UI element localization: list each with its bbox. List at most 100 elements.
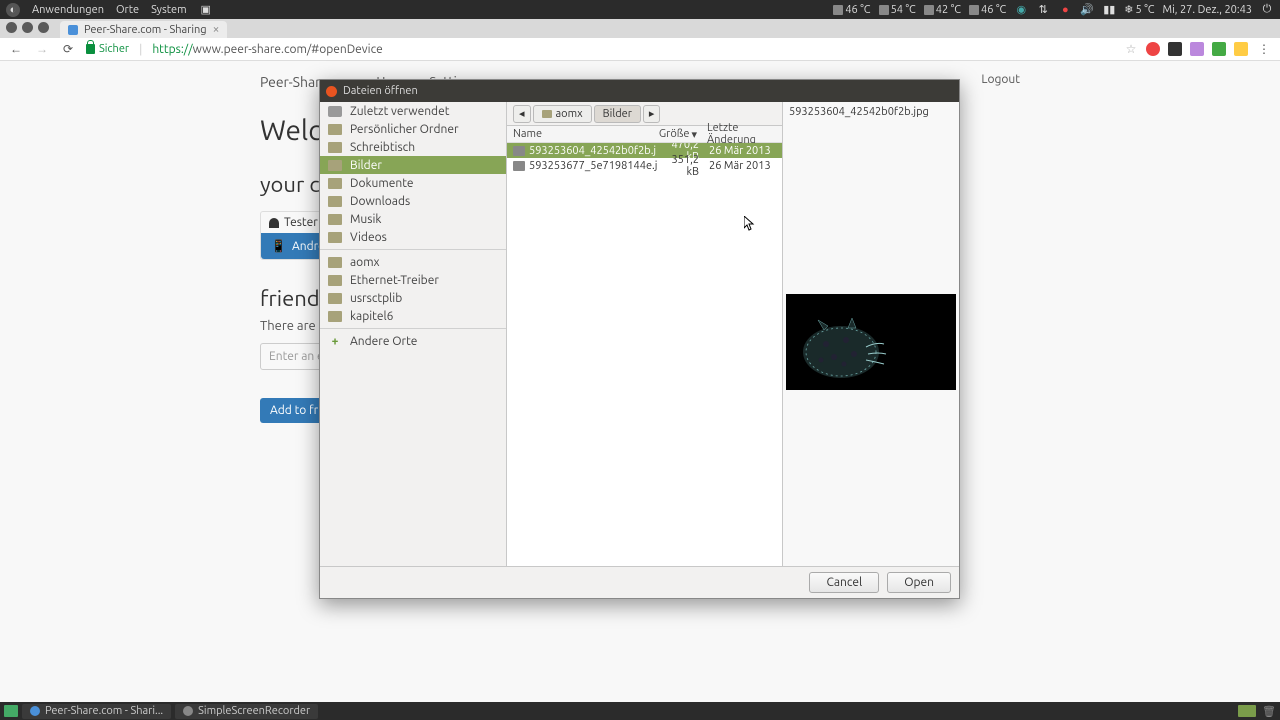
taskbar-item-recorder[interactable]: SimpleScreenRecorder bbox=[175, 704, 318, 719]
folder-icon bbox=[328, 257, 342, 268]
folder-icon bbox=[328, 214, 342, 225]
favicon-icon bbox=[68, 25, 78, 35]
window-min-icon[interactable] bbox=[22, 22, 33, 33]
menu-applications[interactable]: Anwendungen bbox=[32, 4, 104, 16]
lock-icon bbox=[86, 44, 95, 54]
ext-opera-icon[interactable] bbox=[1146, 42, 1160, 56]
places-sidebar: Zuletzt verwendetPersönlicher OrdnerSchr… bbox=[320, 102, 507, 566]
device-owner: Tester bbox=[284, 216, 318, 229]
trash-icon[interactable]: 🗑 bbox=[1262, 704, 1276, 718]
preview-panel: 593253604_42542b0f2b.jpg bbox=[782, 102, 959, 566]
ext-mask-icon[interactable] bbox=[1168, 42, 1182, 56]
tab-title: Peer-Share.com - Sharing bbox=[84, 24, 207, 36]
intel-icon: ◉ bbox=[1014, 3, 1028, 17]
battery-icon: ▮▮ bbox=[1102, 3, 1116, 17]
cancel-button[interactable]: Cancel bbox=[809, 572, 879, 593]
place-bilder[interactable]: Bilder bbox=[320, 156, 506, 174]
logout-link[interactable]: Logout bbox=[981, 73, 1020, 86]
sort-desc-icon: ▾ bbox=[691, 128, 697, 141]
folder-icon bbox=[328, 311, 342, 322]
folder-icon bbox=[328, 106, 342, 117]
window-close-icon[interactable] bbox=[6, 22, 17, 33]
preview-filename: 593253604_42542b0f2b.jpg bbox=[783, 106, 959, 118]
weather: ❄ 5 °C bbox=[1124, 3, 1154, 16]
chrome-icon bbox=[30, 706, 40, 716]
window-max-icon[interactable] bbox=[38, 22, 49, 33]
temp-sensor-4: 46 °C bbox=[969, 4, 1006, 16]
image-file-icon bbox=[513, 161, 525, 171]
place-persönlicher-ordner[interactable]: Persönlicher Ordner bbox=[320, 120, 506, 138]
folder-icon bbox=[328, 196, 342, 207]
crumb-fwd-icon[interactable]: ▸ bbox=[643, 105, 661, 123]
forward-button[interactable]: → bbox=[34, 41, 50, 57]
dialog-footer: Cancel Open bbox=[320, 566, 959, 598]
browser-tab[interactable]: Peer-Share.com - Sharing × bbox=[60, 21, 227, 38]
plus-icon: + bbox=[328, 336, 342, 347]
show-desktop-icon[interactable] bbox=[4, 705, 18, 717]
file-open-dialog: Dateien öffnen Zuletzt verwendetPersönli… bbox=[319, 79, 960, 599]
file-row[interactable]: 593253604_42542b0f2b.jpg470,2 kB26 Mär 2… bbox=[507, 143, 782, 158]
reload-button[interactable]: ⟳ bbox=[60, 41, 76, 57]
place-musik[interactable]: Musik bbox=[320, 210, 506, 228]
folder-icon bbox=[328, 232, 342, 243]
file-list[interactable]: 593253604_42542b0f2b.jpg470,2 kB26 Mär 2… bbox=[507, 143, 782, 566]
folder-icon bbox=[328, 124, 342, 135]
dialog-close-icon[interactable] bbox=[326, 86, 337, 97]
folder-icon bbox=[328, 178, 342, 189]
user-icon bbox=[269, 218, 279, 228]
crumb-back-icon[interactable]: ◂ bbox=[513, 105, 531, 123]
preview-image bbox=[786, 294, 956, 390]
folder-icon bbox=[328, 275, 342, 286]
file-row[interactable]: 593253677_5e7198144e.jpg351,2 kB26 Mär 2… bbox=[507, 158, 782, 173]
power-icon[interactable]: ⏻ bbox=[1260, 3, 1274, 17]
folder-icon bbox=[328, 160, 342, 171]
crumb-aomx[interactable]: aomx bbox=[533, 105, 592, 123]
temp-sensor-2: 54 °C bbox=[879, 4, 916, 16]
place-schreibtisch[interactable]: Schreibtisch bbox=[320, 138, 506, 156]
bookmark-usrsctplib[interactable]: usrsctplib bbox=[320, 289, 506, 307]
network-icon[interactable]: ⇅ bbox=[1036, 3, 1050, 17]
back-button[interactable]: ← bbox=[8, 41, 24, 57]
phone-icon: 📱 bbox=[271, 239, 286, 253]
place-videos[interactable]: Videos bbox=[320, 228, 506, 246]
ext-wand-icon[interactable] bbox=[1190, 42, 1204, 56]
system-panel: ◐ Anwendungen Orte System ▣ 46 °C 54 °C … bbox=[0, 0, 1280, 19]
file-list-header[interactable]: Name Größe▾ Letzte Änderung bbox=[507, 126, 782, 143]
menu-icon[interactable]: ⋮ bbox=[1256, 41, 1272, 57]
record-icon[interactable]: ● bbox=[1058, 3, 1072, 17]
ubuntu-logo-icon[interactable]: ◐ bbox=[6, 3, 20, 17]
bookmark-ethernet-treiber[interactable]: Ethernet-Treiber bbox=[320, 271, 506, 289]
bookmark-icon[interactable]: ☆ bbox=[1124, 42, 1138, 56]
browser-tab-strip: Peer-Share.com - Sharing × bbox=[0, 19, 1280, 38]
taskbar: Peer-Share.com - Shari... SimpleScreenRe… bbox=[0, 702, 1280, 720]
tab-close-icon[interactable]: × bbox=[213, 23, 220, 36]
place-dokumente[interactable]: Dokumente bbox=[320, 174, 506, 192]
col-name[interactable]: Name bbox=[507, 128, 655, 140]
clock[interactable]: Mi, 27. Dez., 20:43 bbox=[1163, 4, 1252, 16]
folder-icon bbox=[328, 142, 342, 153]
crumb-bilder[interactable]: Bilder bbox=[594, 105, 641, 123]
open-button[interactable]: Open bbox=[887, 572, 951, 593]
bookmark-kapitel6[interactable]: kapitel6 bbox=[320, 307, 506, 325]
menu-system[interactable]: System bbox=[151, 4, 187, 16]
ext-tree-icon[interactable] bbox=[1212, 42, 1226, 56]
image-file-icon bbox=[513, 146, 525, 156]
ext-bolt-icon[interactable] bbox=[1234, 42, 1248, 56]
temp-sensor-1: 46 °C bbox=[833, 4, 870, 16]
recorder-icon bbox=[183, 706, 193, 716]
url-field[interactable]: https://www.peer-share.com/#openDevice bbox=[152, 43, 382, 56]
place-zuletzt-verwendet[interactable]: Zuletzt verwendet bbox=[320, 102, 506, 120]
menu-places[interactable]: Orte bbox=[116, 4, 139, 16]
terminal-icon[interactable]: ▣ bbox=[199, 3, 213, 17]
volume-icon[interactable]: 🔊 bbox=[1080, 3, 1094, 17]
dialog-titlebar[interactable]: Dateien öffnen bbox=[320, 80, 959, 102]
col-size[interactable]: Größe▾ bbox=[655, 128, 701, 141]
dialog-title: Dateien öffnen bbox=[343, 85, 418, 97]
workspace-switcher-icon[interactable] bbox=[1238, 705, 1256, 717]
other-places[interactable]: +Andere Orte bbox=[320, 332, 506, 350]
bookmark-aomx[interactable]: aomx bbox=[320, 253, 506, 271]
secure-indicator[interactable]: Sicher bbox=[86, 43, 129, 55]
taskbar-item-browser[interactable]: Peer-Share.com - Shari... bbox=[22, 704, 171, 719]
leopard-image-icon bbox=[796, 302, 916, 382]
place-downloads[interactable]: Downloads bbox=[320, 192, 506, 210]
